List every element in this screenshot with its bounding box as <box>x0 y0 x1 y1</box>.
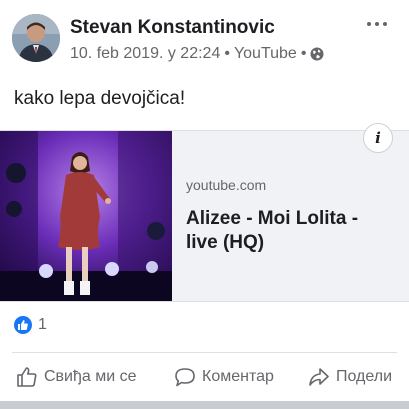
info-icon[interactable]: i <box>363 123 393 153</box>
avatar-photo <box>12 14 60 62</box>
action-bar: Свиђа ми се Коментар Подели <box>0 360 409 394</box>
video-thumbnail[interactable] <box>0 131 172 301</box>
feed-separator <box>0 401 409 409</box>
thumbs-up-icon <box>17 367 37 387</box>
link-preview-card[interactable]: youtube.com Alizee - Moi Lolita - live (… <box>0 123 409 302</box>
share-icon <box>309 368 329 386</box>
post-text: kako lepa devojčica! <box>14 88 186 109</box>
like-label: Свиђа ми се <box>44 368 137 385</box>
post-date[interactable]: 10. feb 2019. у 22:24 <box>70 45 220 63</box>
post-source[interactable]: YouTube <box>234 45 297 63</box>
post-meta: 10. feb 2019. у 22:24 • YouTube • <box>70 45 324 63</box>
meta-separator-2: • <box>300 45 307 62</box>
comment-label: Коментар <box>202 368 274 385</box>
globe-icon <box>310 47 324 61</box>
share-label: Подели <box>336 368 393 385</box>
share-button[interactable]: Подели <box>308 360 392 394</box>
like-icon <box>14 316 32 334</box>
link-domain: youtube.com <box>186 177 267 193</box>
comment-button[interactable]: Коментар <box>174 360 274 394</box>
more-options-icon[interactable] <box>367 16 389 32</box>
like-button[interactable]: Свиђа ми се <box>16 360 137 394</box>
divider <box>12 352 397 353</box>
author-name[interactable]: Stevan Konstantinovic <box>70 17 275 39</box>
link-title[interactable]: Alizee - Moi Lolita - live (HQ) <box>186 207 386 255</box>
avatar[interactable] <box>12 14 60 62</box>
comment-icon <box>175 368 195 387</box>
meta-separator: • <box>224 45 230 62</box>
reaction-count: 1 <box>38 316 47 333</box>
post-header: Stevan Konstantinovic 10. feb 2019. у 22… <box>0 0 409 80</box>
reaction-summary[interactable]: 1 <box>14 316 47 334</box>
